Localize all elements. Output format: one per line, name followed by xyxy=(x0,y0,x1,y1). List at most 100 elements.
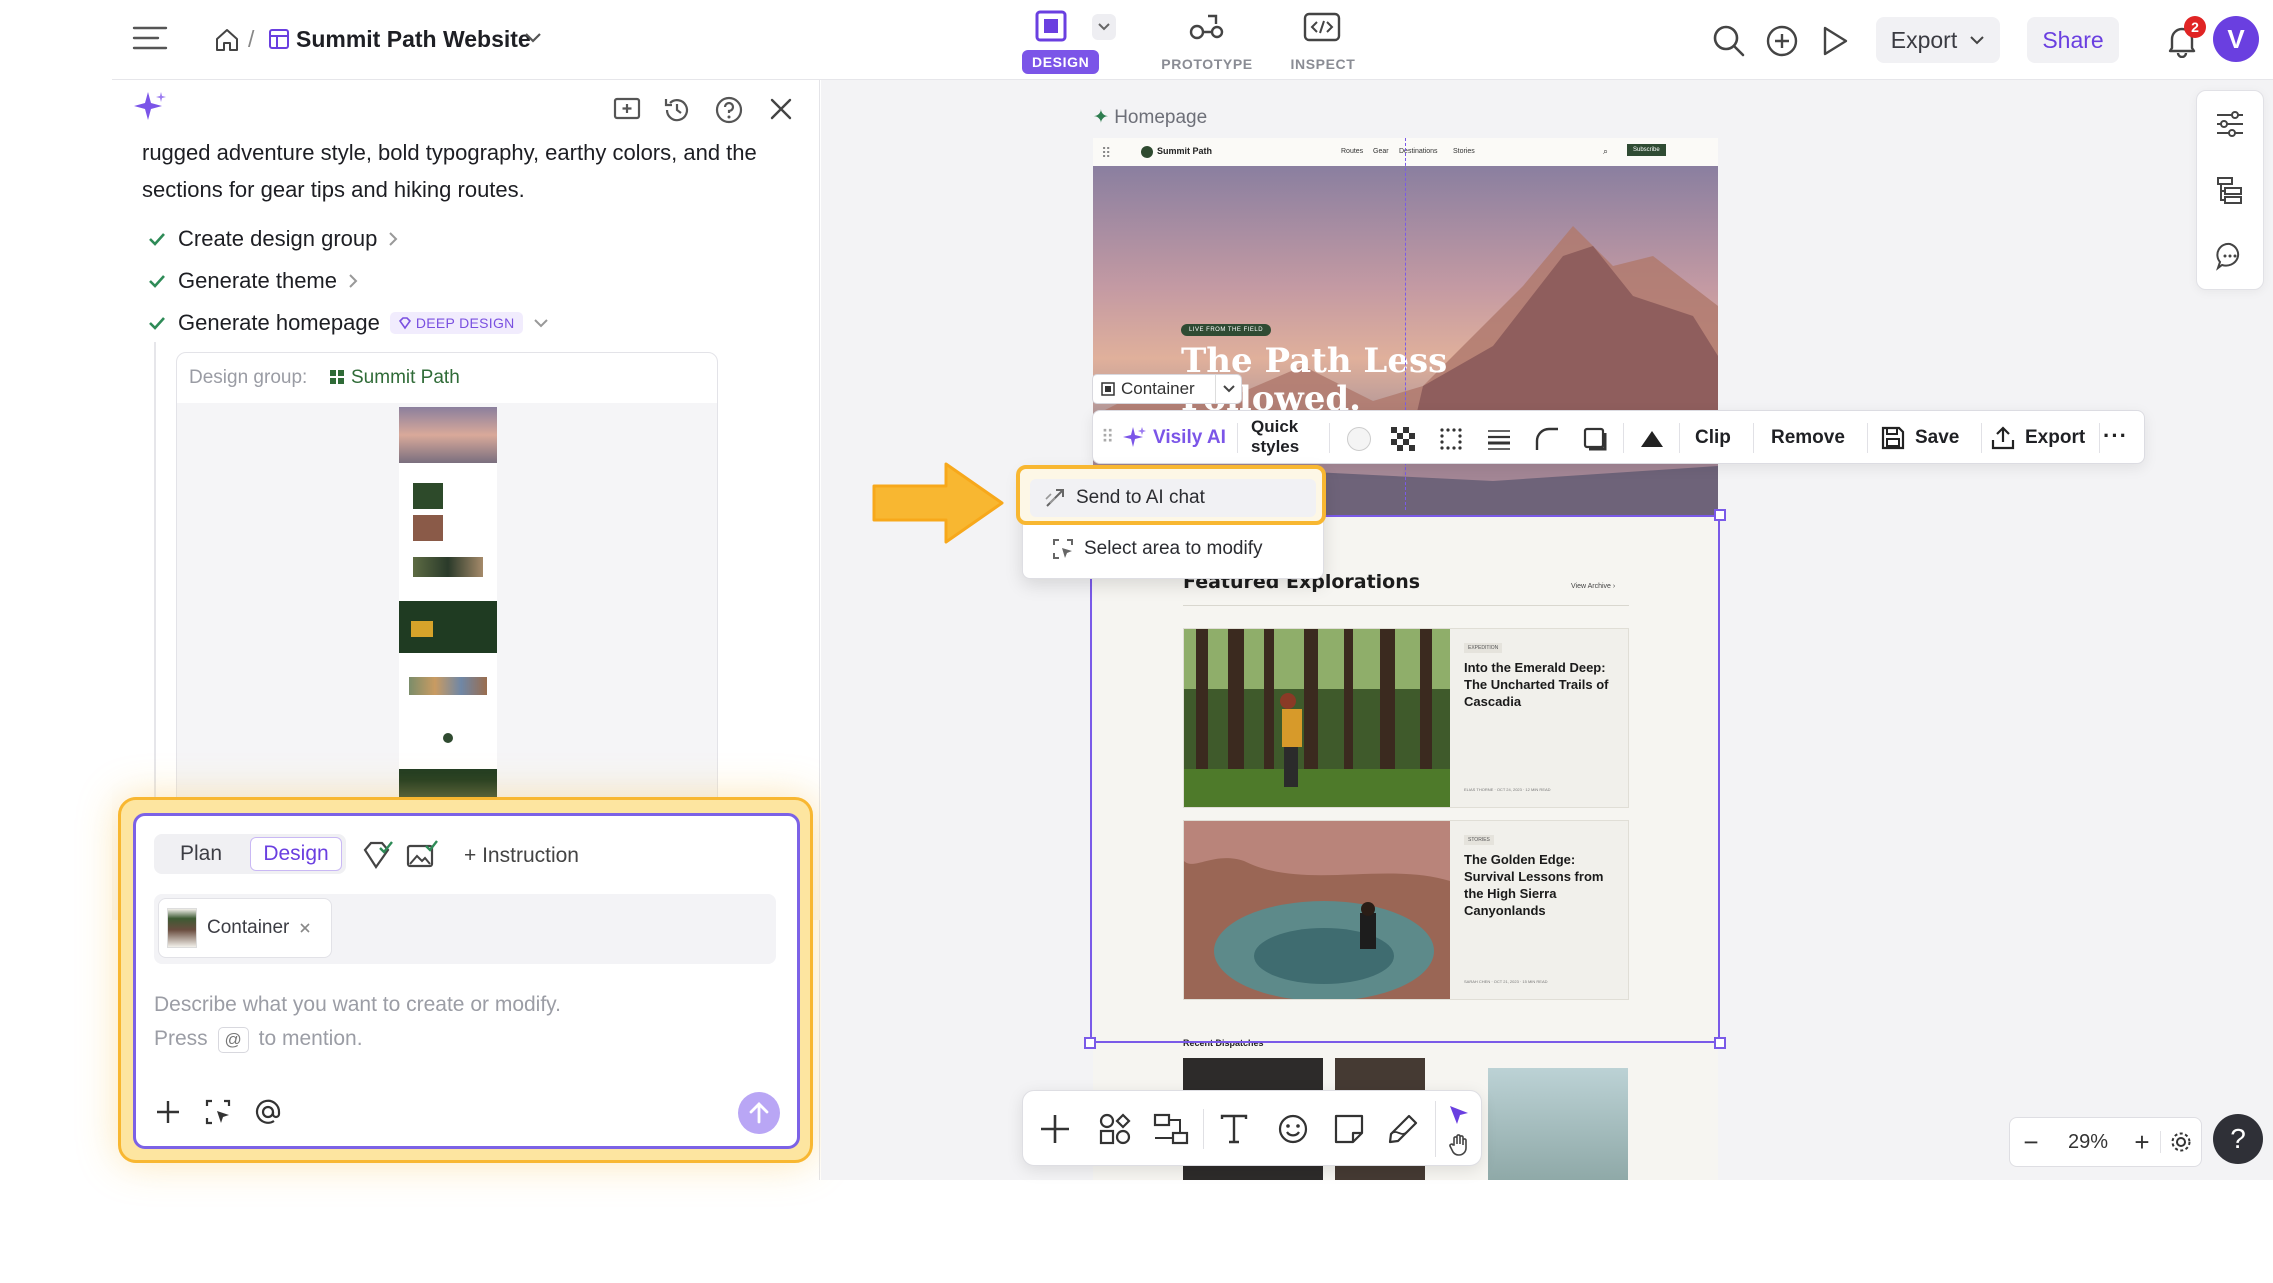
visily-ai-button[interactable]: Visily AI xyxy=(1123,411,1226,465)
step-create-design-group[interactable]: Create design group xyxy=(146,226,399,252)
more-options-icon[interactable]: ··· xyxy=(2103,423,2128,449)
deep-design-label: DEEP DESIGN xyxy=(415,315,515,331)
image-check-icon[interactable] xyxy=(406,840,438,870)
right-side-rail xyxy=(2196,90,2264,290)
history-icon[interactable] xyxy=(662,95,692,125)
add-instruction-button[interactable]: + Instruction xyxy=(464,844,579,868)
home-icon[interactable] xyxy=(214,27,240,53)
ai-sparkle-icon xyxy=(132,90,168,126)
selected-layer-tag[interactable]: Container xyxy=(1092,374,1242,404)
design-group-name[interactable]: Summit Path xyxy=(351,367,460,389)
help-button[interactable]: ? xyxy=(2213,1114,2263,1164)
stroke-weight-icon[interactable] xyxy=(1487,427,1511,451)
send-button[interactable] xyxy=(738,1092,780,1134)
properties-sliders-icon[interactable] xyxy=(2215,109,2245,139)
grid-icon xyxy=(329,369,345,385)
select-area-item[interactable]: Select area to modify xyxy=(1030,530,1316,568)
tab-prototype[interactable]: PROTOTYPE xyxy=(1152,6,1262,72)
layers-icon[interactable] xyxy=(2215,175,2245,205)
comments-icon[interactable] xyxy=(2215,241,2245,271)
fill-color-icon[interactable] xyxy=(1347,427,1371,451)
chat-prompt-placeholder[interactable]: Describe what you want to create or modi… xyxy=(154,988,561,1056)
quick-styles-button[interactable]: Quick styles xyxy=(1251,417,1299,457)
zoom-in-button[interactable]: + xyxy=(2124,1127,2160,1158)
tab-design[interactable]: DESIGN xyxy=(1020,6,1100,74)
pointer-icon[interactable] xyxy=(1447,1103,1471,1127)
settings-gear-icon[interactable] xyxy=(2160,1131,2200,1153)
opacity-icon[interactable] xyxy=(1391,427,1415,451)
zoom-level[interactable]: 29% xyxy=(2052,1131,2124,1154)
save-button[interactable]: Save xyxy=(1881,411,1959,465)
components-icon[interactable] xyxy=(1099,1113,1131,1145)
site-nav-link: Routes xyxy=(1341,148,1364,155)
export-button[interactable]: Export xyxy=(1876,17,2000,63)
new-chat-icon[interactable] xyxy=(612,96,642,124)
hamburger-menu-icon[interactable] xyxy=(132,24,168,52)
chevron-down-icon[interactable] xyxy=(524,32,542,44)
assistant-message-line: sections for gear tips and hiking routes… xyxy=(142,177,525,202)
search-icon[interactable] xyxy=(1712,24,1746,58)
frame-label[interactable]: ✦ Homepage xyxy=(1093,106,1207,129)
diamond-check-icon[interactable] xyxy=(362,840,394,870)
thumb-image xyxy=(413,483,443,509)
play-icon[interactable] xyxy=(1820,24,1850,58)
chat-input-box[interactable]: Plan Design + Instruction Container Desc… xyxy=(133,813,800,1149)
remove-chip-icon[interactable] xyxy=(299,922,311,934)
flow-icon[interactable] xyxy=(1153,1113,1189,1145)
triangle-icon[interactable] xyxy=(1639,429,1665,449)
sticky-note-icon[interactable] xyxy=(1333,1113,1365,1145)
border-style-icon[interactable] xyxy=(1439,427,1463,451)
send-to-ai-chat-item[interactable]: Send to AI chat xyxy=(1030,479,1316,517)
dispatch-thumb xyxy=(1488,1068,1628,1180)
shadow-icon[interactable] xyxy=(1583,427,1609,451)
send-chat-icon xyxy=(1045,489,1064,507)
context-chip-container[interactable]: Container xyxy=(158,898,332,958)
selection-outline[interactable] xyxy=(1090,515,1720,1043)
hero-badge: LIVE FROM THE FIELD xyxy=(1181,324,1272,336)
pen-icon[interactable] xyxy=(1387,1113,1419,1145)
select-area-icon[interactable] xyxy=(204,1098,232,1126)
tab-inspect[interactable]: INSPECT xyxy=(1278,6,1368,72)
add-element-icon[interactable] xyxy=(1037,1111,1073,1147)
notification-badge: 2 xyxy=(2184,16,2206,38)
corner-radius-icon[interactable] xyxy=(1535,427,1559,451)
share-button[interactable]: Share xyxy=(2027,17,2119,63)
step-generate-theme[interactable]: Generate theme xyxy=(146,268,359,294)
chevron-right-icon xyxy=(349,274,358,288)
help-circle-icon[interactable] xyxy=(714,95,744,125)
remove-button[interactable]: Remove xyxy=(1771,411,1845,465)
zoom-out-button[interactable]: − xyxy=(2010,1127,2052,1158)
checkmark-icon xyxy=(149,275,165,288)
close-icon[interactable] xyxy=(768,96,794,122)
clip-button[interactable]: Clip xyxy=(1695,411,1731,465)
export-element-button[interactable]: Export xyxy=(1991,411,2085,465)
mention-icon[interactable] xyxy=(254,1098,282,1126)
toolbar-drag-icon[interactable]: ⠿ xyxy=(1101,427,1114,448)
project-name[interactable]: Summit Path Website xyxy=(296,26,531,53)
drag-handle-icon[interactable]: ⠿ xyxy=(1101,145,1112,162)
text-tool-icon[interactable] xyxy=(1219,1113,1249,1145)
chevron-down-icon xyxy=(533,319,548,328)
step-generate-homepage[interactable]: Generate homepage DEEP DESIGN xyxy=(146,310,549,336)
design-options-dropdown[interactable] xyxy=(1092,14,1116,40)
context-chips: Container xyxy=(154,894,776,964)
emoji-icon[interactable] xyxy=(1277,1113,1309,1145)
mode-plan-tab[interactable]: Plan xyxy=(156,837,246,871)
breadcrumb-separator: / xyxy=(248,26,255,52)
resize-handle[interactable] xyxy=(1084,1037,1096,1049)
prototype-icon xyxy=(1188,10,1226,44)
resize-handle[interactable] xyxy=(1714,509,1726,521)
placeholder-line: Press @ to mention. xyxy=(154,1022,561,1056)
chip-thumbnail xyxy=(167,908,197,948)
user-avatar[interactable]: V xyxy=(2213,16,2259,62)
select-area-label: Select area to modify xyxy=(1084,538,1263,559)
add-attachment-icon[interactable] xyxy=(154,1098,182,1126)
add-circle-icon[interactable] xyxy=(1765,24,1799,58)
chevron-down-icon[interactable] xyxy=(1215,375,1241,403)
resize-handle[interactable] xyxy=(1714,1037,1726,1049)
mode-design-tab[interactable]: Design xyxy=(250,837,342,871)
hand-icon[interactable] xyxy=(1447,1133,1471,1157)
placeholder-mention: to mention. xyxy=(258,1027,363,1050)
site-brand: Summit Path xyxy=(1157,146,1213,156)
arrow-up-icon xyxy=(749,1102,769,1124)
